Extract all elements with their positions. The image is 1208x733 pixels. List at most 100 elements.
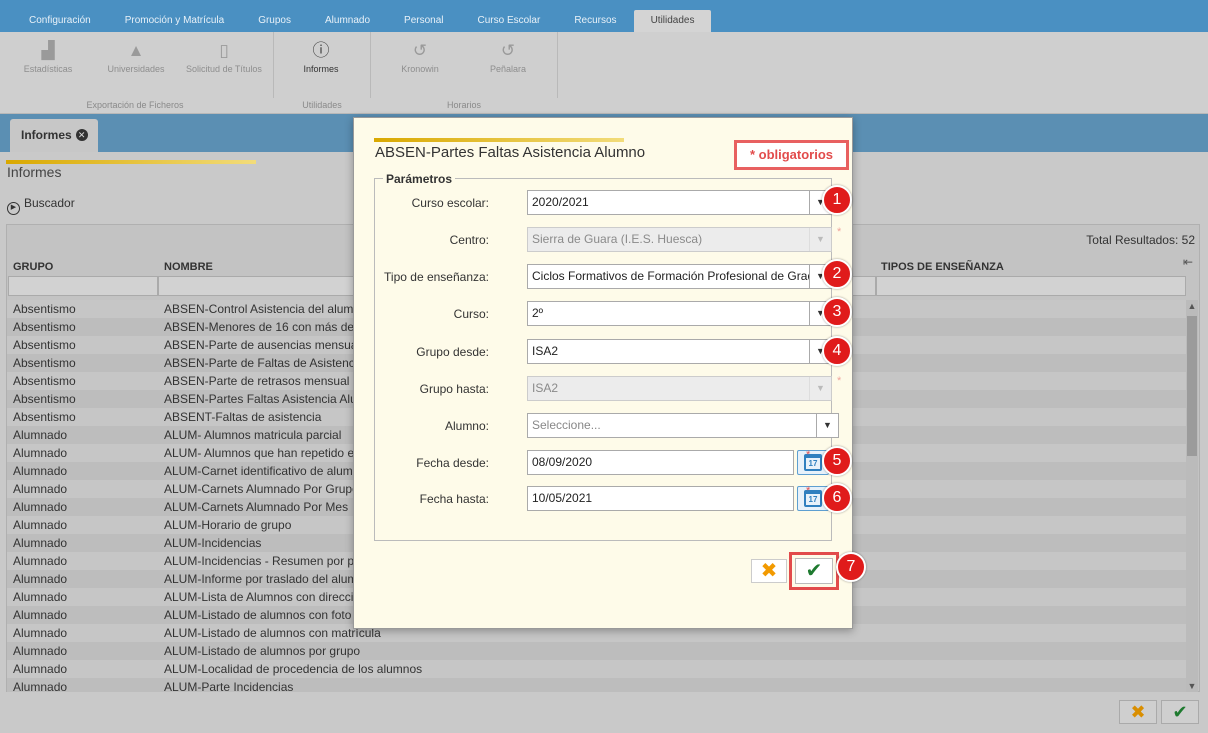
scroll-thumb[interactable] [1187, 316, 1197, 456]
required-mark: * [837, 375, 842, 387]
cancel-button[interactable]: ✖ [1119, 700, 1157, 724]
total-results: Total Resultados: 52 [1086, 233, 1195, 247]
group-horarios: Horarios [446, 100, 481, 110]
estadisticas-button[interactable]: ▟ Estadísticas [3, 40, 93, 74]
grid-scrollbar[interactable]: ▲ ▼ [1186, 300, 1198, 692]
history-icon: ↺ [500, 41, 516, 60]
universidades-button[interactable]: ▲ Universidades [91, 40, 181, 74]
cell-grupo: Absentismo [13, 374, 76, 388]
curso-select[interactable]: 2º ▼ [527, 301, 832, 326]
fecha-desde-label: Fecha desde: [416, 456, 489, 470]
dialog-title: ABSEN-Partes Faltas Asistencia Alumno [375, 144, 646, 161]
step-badge-1: 1 [822, 185, 852, 215]
cell-nombre: ALUM-Localidad de procedencia de los alu… [164, 662, 423, 676]
play-circle-icon: ▶ [7, 202, 20, 215]
cell-grupo: Alumnado [13, 608, 68, 622]
kronowin-button[interactable]: ↺ Kronowin [375, 40, 465, 74]
cell-grupo: Alumnado [13, 536, 68, 550]
chevron-down-icon: ▼ [809, 228, 831, 251]
cell-grupo: Absentismo [13, 320, 76, 334]
tab-alumnado[interactable]: Alumnado [308, 10, 387, 32]
step-badge-6: 6 [822, 483, 852, 513]
cell-grupo: Alumnado [13, 626, 68, 640]
chart-icon: ▟ [41, 41, 55, 60]
dialog-accept-highlight: ✔ [789, 552, 839, 590]
alumno-label: Alumno: [444, 419, 489, 433]
group-exportacion: Exportación de Ficheros [86, 100, 184, 110]
required-mark: * [837, 226, 842, 238]
cell-grupo: Absentismo [13, 356, 76, 370]
curso-escolar-select[interactable]: 2020/2021 ▼ [527, 190, 832, 215]
dialog-title-underline [374, 138, 624, 142]
required-mark: * [806, 485, 811, 497]
col-grupo[interactable]: GRUPO [13, 261, 53, 273]
tab-personal[interactable]: Personal [387, 10, 460, 32]
cell-grupo: Alumnado [13, 428, 68, 442]
step-badge-7: 7 [836, 552, 866, 582]
grupo-hasta-label: Grupo hasta: [419, 382, 489, 396]
cell-grupo: Absentismo [13, 338, 76, 352]
cell-grupo: Alumnado [13, 572, 68, 586]
chevron-down-icon[interactable]: ▼ [816, 414, 838, 437]
solicitud-titulos-button[interactable]: ▯ Solicitud de Títulos [179, 40, 269, 74]
tab-configuracion[interactable]: Configuración [12, 10, 108, 32]
tab-promocion-matricula[interactable]: Promoción y Matrícula [108, 10, 241, 32]
tab-utilidades[interactable]: Utilidades [633, 10, 712, 32]
penalara-button[interactable]: ↺ Peñalara [463, 40, 553, 74]
informes-doc-tab[interactable]: Informes ✕ [10, 119, 98, 152]
tab-grupos[interactable]: Grupos [241, 10, 308, 32]
scroll-icon: ▯ [219, 41, 229, 60]
step-badge-5: 5 [822, 446, 852, 476]
col-nombre[interactable]: NOMBRE [164, 261, 213, 273]
cell-grupo: Absentismo [13, 392, 76, 406]
cell-grupo: Absentismo [13, 410, 76, 424]
scroll-up-icon[interactable]: ▲ [1186, 301, 1198, 311]
history-icon: ↺ [412, 41, 428, 60]
grupo-desde-select[interactable]: ISA2 ▼ [527, 339, 832, 364]
cell-grupo: Alumnado [13, 554, 68, 568]
ribbon-separator [557, 32, 558, 98]
report-params-dialog: ABSEN-Partes Faltas Asistencia Alumno * … [353, 117, 853, 629]
scroll-down-icon[interactable]: ▼ [1186, 681, 1198, 691]
fecha-hasta-label: Fecha hasta: [419, 492, 489, 506]
obligatorios-note: * obligatorios [734, 140, 849, 170]
fecha-desde-input[interactable]: 08/09/2020 [527, 450, 794, 475]
top-nav: Configuración Promoción y Matrícula Grup… [0, 0, 1208, 32]
tipo-ensenanza-select[interactable]: Ciclos Formativos de Formación Profesion… [527, 264, 832, 289]
table-row[interactable]: Alumnado ALUM-Parte Incidencias [7, 678, 1187, 692]
col-tipos-ensenanza[interactable]: TIPOS DE ENSEÑANZA [881, 261, 1004, 273]
dialog-accept-button[interactable]: ✔ [795, 558, 833, 584]
alumno-select[interactable]: Seleccione... ▼ [527, 413, 839, 438]
dialog-cancel-button[interactable]: ✖ [751, 559, 787, 583]
tipo-ensenanza-label: Tipo de enseñanza: [384, 270, 489, 284]
cell-grupo: Alumnado [13, 500, 68, 514]
informes-button[interactable]: ⓘ Informes [276, 40, 366, 74]
table-row[interactable]: Alumnado ALUM-Localidad de procedencia de… [7, 660, 1187, 678]
page-title: Informes [7, 164, 62, 180]
buscador-toggle[interactable]: ▶ Buscador [7, 196, 75, 215]
grupo-desde-label: Grupo desde: [416, 345, 489, 359]
group-utilidades: Utilidades [302, 100, 342, 110]
filter-grupo[interactable] [8, 276, 158, 296]
fecha-hasta-input[interactable]: 10/05/2021 [527, 486, 794, 511]
accept-button[interactable]: ✔ [1161, 700, 1199, 724]
tab-curso-escolar[interactable]: Curso Escolar [461, 10, 558, 32]
cell-grupo: Alumnado [13, 518, 68, 532]
export-icon[interactable]: ⇤ [1183, 255, 1193, 269]
ribbon-separator [370, 32, 371, 98]
cell-grupo: Alumnado [13, 482, 68, 496]
cell-nombre: ALUM-Listado de alumnos por grupo [164, 644, 361, 658]
tab-recursos[interactable]: Recursos [557, 10, 633, 32]
cell-grupo: Absentismo [13, 302, 76, 316]
cell-grupo: Alumnado [13, 644, 68, 658]
centro-label: Centro: [449, 233, 489, 247]
parametros-legend: Parámetros [383, 172, 456, 186]
table-row[interactable]: Alumnado ALUM-Listado de alumnos por grup… [7, 642, 1187, 660]
curso-label: Curso: [453, 307, 489, 321]
cell-nombre: ALUM-Parte Incidencias [164, 680, 294, 692]
curso-escolar-label: Curso escolar: [411, 196, 489, 210]
cell-grupo: Alumnado [13, 446, 68, 460]
close-icon[interactable]: ✕ [75, 129, 88, 141]
filter-tipos[interactable] [876, 276, 1186, 296]
cell-grupo: Alumnado [13, 662, 68, 676]
